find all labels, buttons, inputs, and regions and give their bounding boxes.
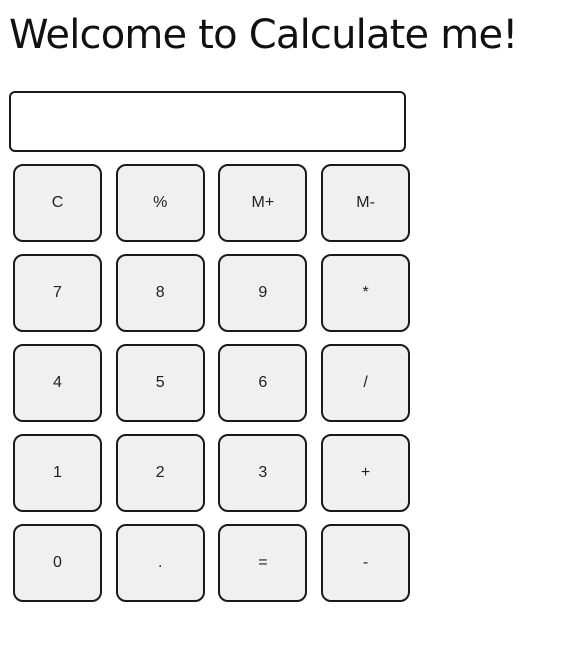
calculator-display-input[interactable] [9,91,406,152]
digit-6-button[interactable]: 6 [218,344,308,422]
digit-8-button[interactable]: 8 [115,254,205,332]
calculator-page: Welcome to Calculate me! C % M+ M- 7 8 9… [0,0,575,661]
memory-add-button[interactable]: M+ [218,164,308,242]
page-title: Welcome to Calculate me! [9,12,518,58]
digit-3-button[interactable]: 3 [218,434,308,512]
multiply-button[interactable]: * [321,254,411,332]
digit-4-button[interactable]: 4 [13,344,102,422]
calculator-keypad: C % M+ M- 7 8 9 * 4 5 6 / 1 2 3 + 0 . = … [13,164,411,602]
divide-button[interactable]: / [321,344,411,422]
add-button[interactable]: + [321,434,411,512]
digit-7-button[interactable]: 7 [13,254,102,332]
digit-5-button[interactable]: 5 [115,344,205,422]
digit-1-button[interactable]: 1 [13,434,102,512]
equals-button[interactable]: = [218,524,308,602]
digit-0-button[interactable]: 0 [13,524,102,602]
memory-subtract-button[interactable]: M- [321,164,411,242]
digit-9-button[interactable]: 9 [218,254,308,332]
clear-button[interactable]: C [13,164,102,242]
digit-2-button[interactable]: 2 [115,434,205,512]
decimal-point-button[interactable]: . [115,524,205,602]
subtract-button[interactable]: - [321,524,411,602]
percent-button[interactable]: % [115,164,205,242]
